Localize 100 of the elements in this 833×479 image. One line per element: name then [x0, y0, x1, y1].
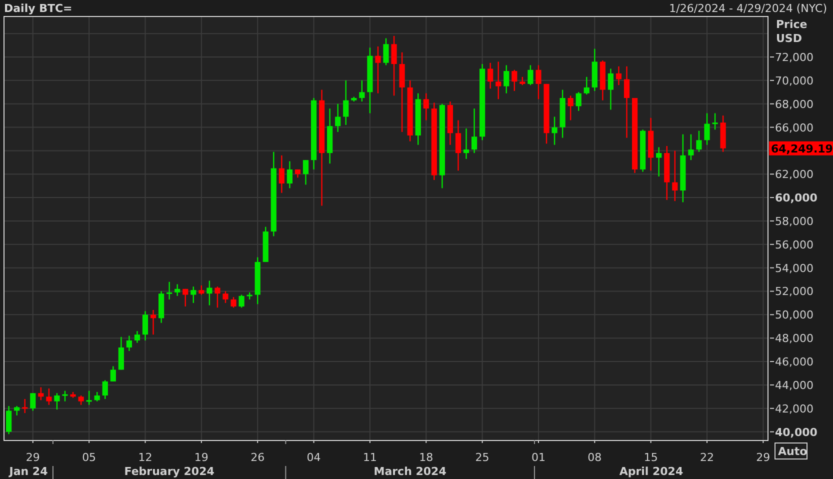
x-axis-label: 11 [362, 451, 377, 464]
x-axis-label: 01 [531, 451, 546, 464]
candlestick [294, 169, 301, 178]
candlestick [134, 331, 140, 343]
auto-button[interactable]: Auto [774, 442, 808, 460]
month-label: March 2024 [374, 465, 446, 478]
candlestick [327, 108, 333, 164]
y-axis-label: 62,000 [775, 168, 814, 182]
candlestick [656, 147, 662, 176]
candlestick [375, 46, 381, 94]
y-axis-label: 42,000 [775, 402, 814, 416]
candlestick [110, 366, 116, 382]
x-axis-label: 25 [475, 451, 490, 464]
candlestick [343, 80, 349, 125]
candlestick [222, 291, 228, 303]
candlestick [30, 393, 36, 411]
candlestick [528, 65, 534, 86]
y-axis-label: 66,000 [775, 121, 814, 134]
candlestick [166, 282, 172, 300]
candlestick [423, 93, 429, 120]
candlestick [310, 98, 317, 170]
month-label: Jan 24 [9, 465, 48, 478]
candlestick [712, 113, 718, 130]
candlestick [214, 286, 220, 308]
candlestick [142, 311, 148, 340]
candlestick [302, 160, 309, 185]
candlestick [616, 66, 622, 86]
candlestick [367, 48, 373, 114]
candlestick [230, 297, 236, 308]
axis-title: USD [776, 32, 802, 45]
y-axis-label: 40,000 [775, 426, 818, 439]
candlestick [680, 134, 686, 202]
candlestick [688, 134, 694, 160]
candlestick [246, 292, 252, 300]
candlestick [383, 38, 389, 66]
y-axis-label: 68,000 [775, 98, 814, 111]
month-label: February 2024 [124, 465, 214, 478]
candlestick [471, 108, 478, 154]
candlestick [576, 92, 582, 111]
candlestick [62, 390, 68, 402]
candlestick [78, 396, 84, 405]
candlestick [54, 393, 60, 410]
candlestick [118, 336, 124, 370]
x-axis-label: 04 [306, 451, 321, 464]
candlestick [544, 84, 550, 144]
y-axis-label: 60,000 [775, 192, 818, 205]
y-axis-label: 46,000 [775, 356, 814, 369]
candlestick [46, 388, 52, 405]
candlestick [70, 392, 76, 398]
candlestick [407, 80, 413, 142]
candlestick [520, 76, 526, 86]
candlestick [504, 65, 510, 94]
candlestick [278, 155, 284, 193]
candlestick [640, 130, 646, 172]
candlestick [608, 68, 614, 110]
candlestick [696, 130, 702, 152]
candlestick [568, 96, 574, 120]
candlestick [447, 102, 453, 145]
candlestick [496, 62, 502, 100]
candlestick [182, 288, 188, 306]
x-axis-label: 22 [700, 451, 714, 464]
y-axis-label: 54,000 [775, 262, 814, 275]
candlestick [335, 104, 341, 132]
candlestick [286, 161, 292, 188]
candlestick [150, 310, 156, 335]
candlestick [126, 336, 132, 351]
candlestick [94, 392, 100, 402]
candlestick [198, 285, 204, 295]
candlestick [536, 65, 542, 100]
candlestick [648, 118, 654, 171]
candlestick [86, 390, 92, 405]
chart-title: Daily BTC= [4, 2, 72, 14]
candlestick [720, 116, 726, 152]
candlestick [262, 226, 268, 262]
axis-title: Price [776, 18, 808, 31]
x-axis-label: 15 [644, 451, 658, 464]
candlestick [455, 120, 462, 171]
y-axis-label: 72,000 [775, 51, 814, 64]
month-label: April 2024 [619, 465, 684, 478]
candlestick [584, 76, 590, 94]
x-axis-label: 26 [250, 451, 265, 464]
candlestick [624, 66, 630, 138]
candlestick [552, 116, 558, 145]
x-axis-label: 08 [588, 451, 602, 464]
candlestick [6, 406, 12, 434]
candlestick [351, 96, 357, 102]
candlestick [38, 387, 44, 400]
x-axis-label: 18 [419, 451, 434, 464]
candlestick [560, 90, 566, 138]
y-axis-label: 58,000 [775, 214, 814, 228]
candlestick [190, 286, 196, 303]
y-axis-label: 50,000 [775, 308, 814, 322]
candlestick [488, 62, 494, 89]
y-axis-label: 56,000 [775, 238, 814, 252]
candlestick [22, 399, 28, 414]
y-axis-label: 52,000 [775, 285, 814, 298]
candlestick [592, 48, 598, 91]
candlestick [415, 93, 421, 145]
candlestick [238, 294, 244, 308]
candlestick [391, 36, 397, 96]
